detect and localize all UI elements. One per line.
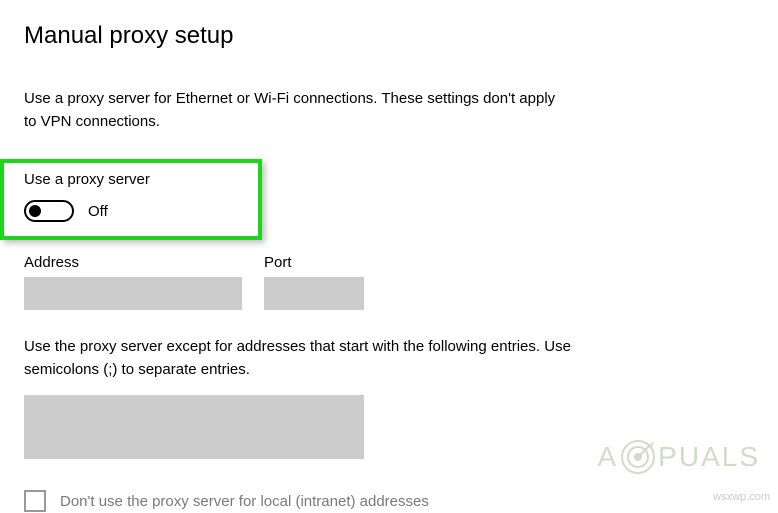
- proxy-toggle-switch[interactable]: [24, 200, 74, 222]
- source-attribution: wsxwp.com: [713, 491, 770, 503]
- exceptions-description: Use the proxy server except for addresse…: [24, 336, 584, 381]
- local-bypass-label: Don't use the proxy server for local (in…: [60, 493, 429, 510]
- dart-icon: [620, 439, 656, 475]
- watermark-text-after: PUALS: [658, 441, 760, 473]
- port-input[interactable]: [264, 277, 364, 310]
- address-input[interactable]: [24, 277, 242, 310]
- section-title: Manual proxy setup: [24, 22, 754, 50]
- proxy-toggle-label: Use a proxy server: [24, 171, 238, 188]
- port-label: Port: [264, 254, 364, 271]
- local-bypass-checkbox[interactable]: [24, 490, 46, 512]
- proxy-toggle-state: Off: [88, 203, 108, 220]
- address-label: Address: [24, 254, 242, 271]
- toggle-knob: [29, 205, 41, 217]
- watermark-text-before: A: [597, 441, 618, 473]
- watermark-logo: A PUALS: [597, 439, 760, 475]
- exceptions-input[interactable]: [24, 395, 364, 459]
- proxy-toggle-highlight: Use a proxy server Off: [0, 159, 262, 240]
- section-description: Use a proxy server for Ethernet or Wi-Fi…: [24, 88, 564, 133]
